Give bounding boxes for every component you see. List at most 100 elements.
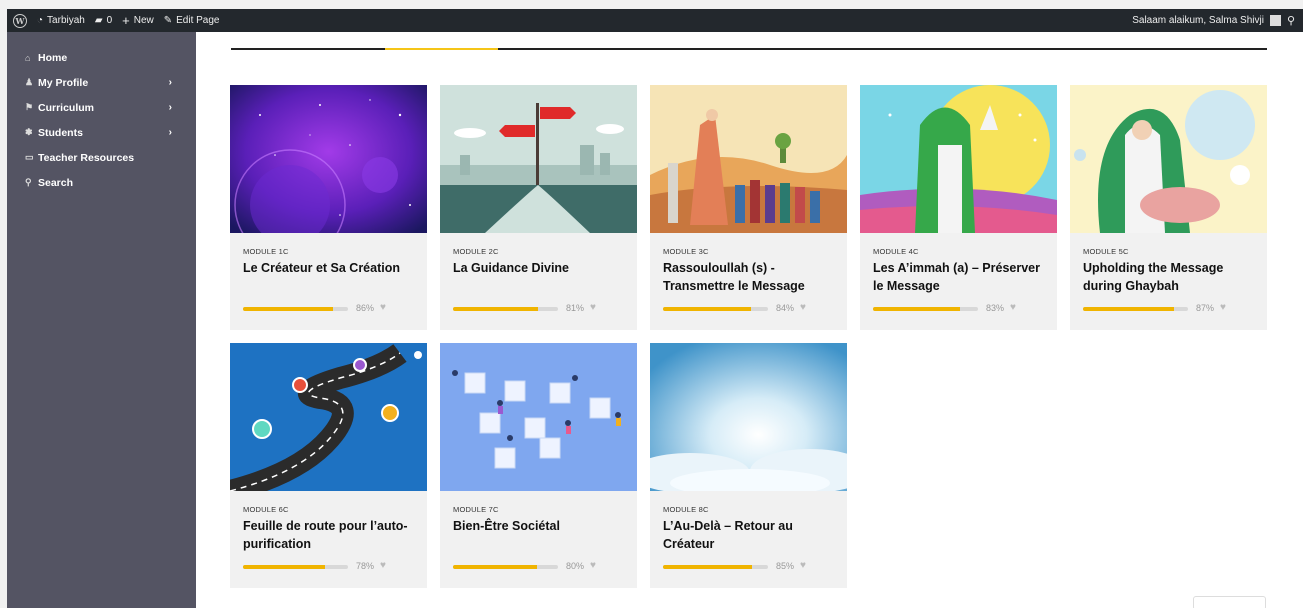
progress-bar [663,307,768,311]
edit-page-link[interactable]: ✎ Edit Page [164,15,220,26]
heart-icon[interactable]: ♥ [1010,302,1016,313]
module-code: MODULE 2C [453,247,499,256]
new-label: New [133,15,154,26]
edit-page-label: Edit Page [176,15,220,26]
module-image-crowd [650,85,847,233]
sidebar-item-teacher-resources[interactable]: ▭ Teacher Resources [7,145,196,170]
plus-icon: + [122,13,130,28]
module-code: MODULE 5C [1083,247,1129,256]
module-image-signpost [440,85,637,233]
module-code: MODULE 7C [453,505,499,514]
progress-fill [243,565,325,569]
heart-icon[interactable]: ♥ [380,302,386,313]
chevron-right-icon: › [168,77,172,88]
book-icon: ▭ [25,152,34,162]
person-icon: ♟ [25,77,34,87]
sidebar-item-label: Home [38,51,68,64]
heart-icon[interactable]: ♥ [800,560,806,571]
heart-icon[interactable]: ♥ [380,560,386,571]
module-card[interactable]: MODULE 2C La Guidance Divine 81% ♥ [440,85,637,330]
progress-bar [453,565,558,569]
progress-percent: 84% [776,303,795,313]
progress-bar [1083,307,1188,311]
sidebar-item-search[interactable]: ⚲ Search [7,170,196,195]
sidebar-item-label: My Profile [38,76,89,89]
progress-bar [243,307,348,311]
module-title: Rassouloullah (s) - Transmettre le Messa… [663,261,805,293]
module-image-green-figure [860,85,1057,233]
module-card[interactable]: MODULE 3C Rassouloullah (s) - Transmettr… [650,85,847,330]
sidebar-item-curriculum[interactable]: ⚑ Curriculum › [7,95,196,120]
progress-percent: 81% [566,303,585,313]
module-title: La Guidance Divine [453,261,570,275]
progress-percent: 87% [1196,303,1215,313]
module-title: Upholding the Message during Ghaybah [1083,261,1224,293]
sidebar-item-home[interactable]: ⌂ Home [7,45,196,70]
module-image-cubes [440,343,637,491]
chevron-right-icon: › [168,102,172,113]
sidebar-item-label: Curriculum [38,101,95,114]
admin-bar: W ◔ Tarbiyah ▰ 0 + New ✎ Edit Page Salaam al… [7,9,1303,32]
sidebar-item-students[interactable]: ✽ Students › [7,120,196,145]
module-image-mother-child [1070,85,1267,233]
site-name-label: Tarbiyah [47,15,85,26]
heart-icon[interactable]: ♥ [590,302,596,313]
home-icon: ⌂ [25,52,31,63]
dashboard-icon: ◔ [37,15,44,26]
module-title: Les A’immah (a) – Préserver le Message [873,261,1040,293]
module-card[interactable]: MODULE 4C Les A’immah (a) – Préserver le… [860,85,1057,330]
flag-icon: ⚑ [25,102,34,112]
sidebar-item-label: Students [38,126,83,139]
progress-percent: 83% [986,303,1005,313]
feedback-button[interactable] [1193,596,1266,608]
module-image-roadmap [230,343,427,491]
chevron-right-icon: › [168,127,172,138]
module-card[interactable]: MODULE 8C L’Au-Delà – Retour au Créateur… [650,343,847,588]
pencil-icon: ✎ [163,15,173,26]
module-code: MODULE 6C [243,505,289,514]
progress-fill [873,307,961,311]
module-code: MODULE 4C [873,247,919,256]
avatar[interactable] [1269,15,1281,26]
sidebar-item-my-profile[interactable]: ♟ My Profile › [7,70,196,95]
module-card[interactable]: MODULE 5C Upholding the Message during G… [1070,85,1267,330]
account-menu[interactable]: Salaam alaikum, Salma Shivji [1132,15,1264,26]
main-content: MODULE 1C Le Créateur et Sa Création 86%… [196,32,1303,608]
progress-percent: 85% [776,561,795,571]
progress-bar [243,565,348,569]
progress-fill [453,565,537,569]
progress-fill [243,307,334,311]
sidebar-item-label: Teacher Resources [38,151,135,164]
search-icon: ⚲ [25,177,32,187]
progress-percent: 86% [356,303,375,313]
progress-bar [453,307,558,311]
app-frame: W ◔ Tarbiyah ▰ 0 + New ✎ Edit Page Salaam al… [7,9,1303,608]
heart-icon[interactable]: ♥ [1220,302,1226,313]
heart-icon[interactable]: ♥ [590,560,596,571]
module-title: Bien-Être Sociétal [453,519,560,533]
progress-percent: 80% [566,561,585,571]
search-icon[interactable]: ⚲ [1287,14,1295,27]
progress-fill [663,565,753,569]
progress-bar [663,565,768,569]
comments-link[interactable]: ▰ 0 [95,15,112,26]
module-card[interactable]: MODULE 6C Feuille de route pour l’auto-p… [230,343,427,588]
module-card[interactable]: MODULE 7C Bien-Être Sociétal 80% ♥ [440,343,637,588]
module-code: MODULE 1C [243,247,289,256]
module-code: MODULE 8C [663,505,709,514]
progress-fill [663,307,752,311]
sidebar-item-label: Search [38,176,74,189]
group-icon: ✽ [25,127,33,137]
active-tab-highlight [385,48,498,50]
tab-indicator-line [231,48,1267,50]
module-title: Le Créateur et Sa Création [243,261,400,275]
wordpress-logo-icon[interactable]: W [13,13,27,28]
module-card[interactable]: MODULE 1C Le Créateur et Sa Création 86%… [230,85,427,330]
module-title: L’Au-Delà – Retour au Créateur [663,519,793,551]
module-image-galaxy [230,85,427,233]
sidebar: ⌂ Home ♟ My Profile › ⚑ Curriculum › ✽ Student… [7,32,196,608]
site-name-link[interactable]: ◔ Tarbiyah [37,15,85,26]
progress-fill [453,307,539,311]
heart-icon[interactable]: ♥ [800,302,806,313]
new-link[interactable]: + New [122,13,154,28]
